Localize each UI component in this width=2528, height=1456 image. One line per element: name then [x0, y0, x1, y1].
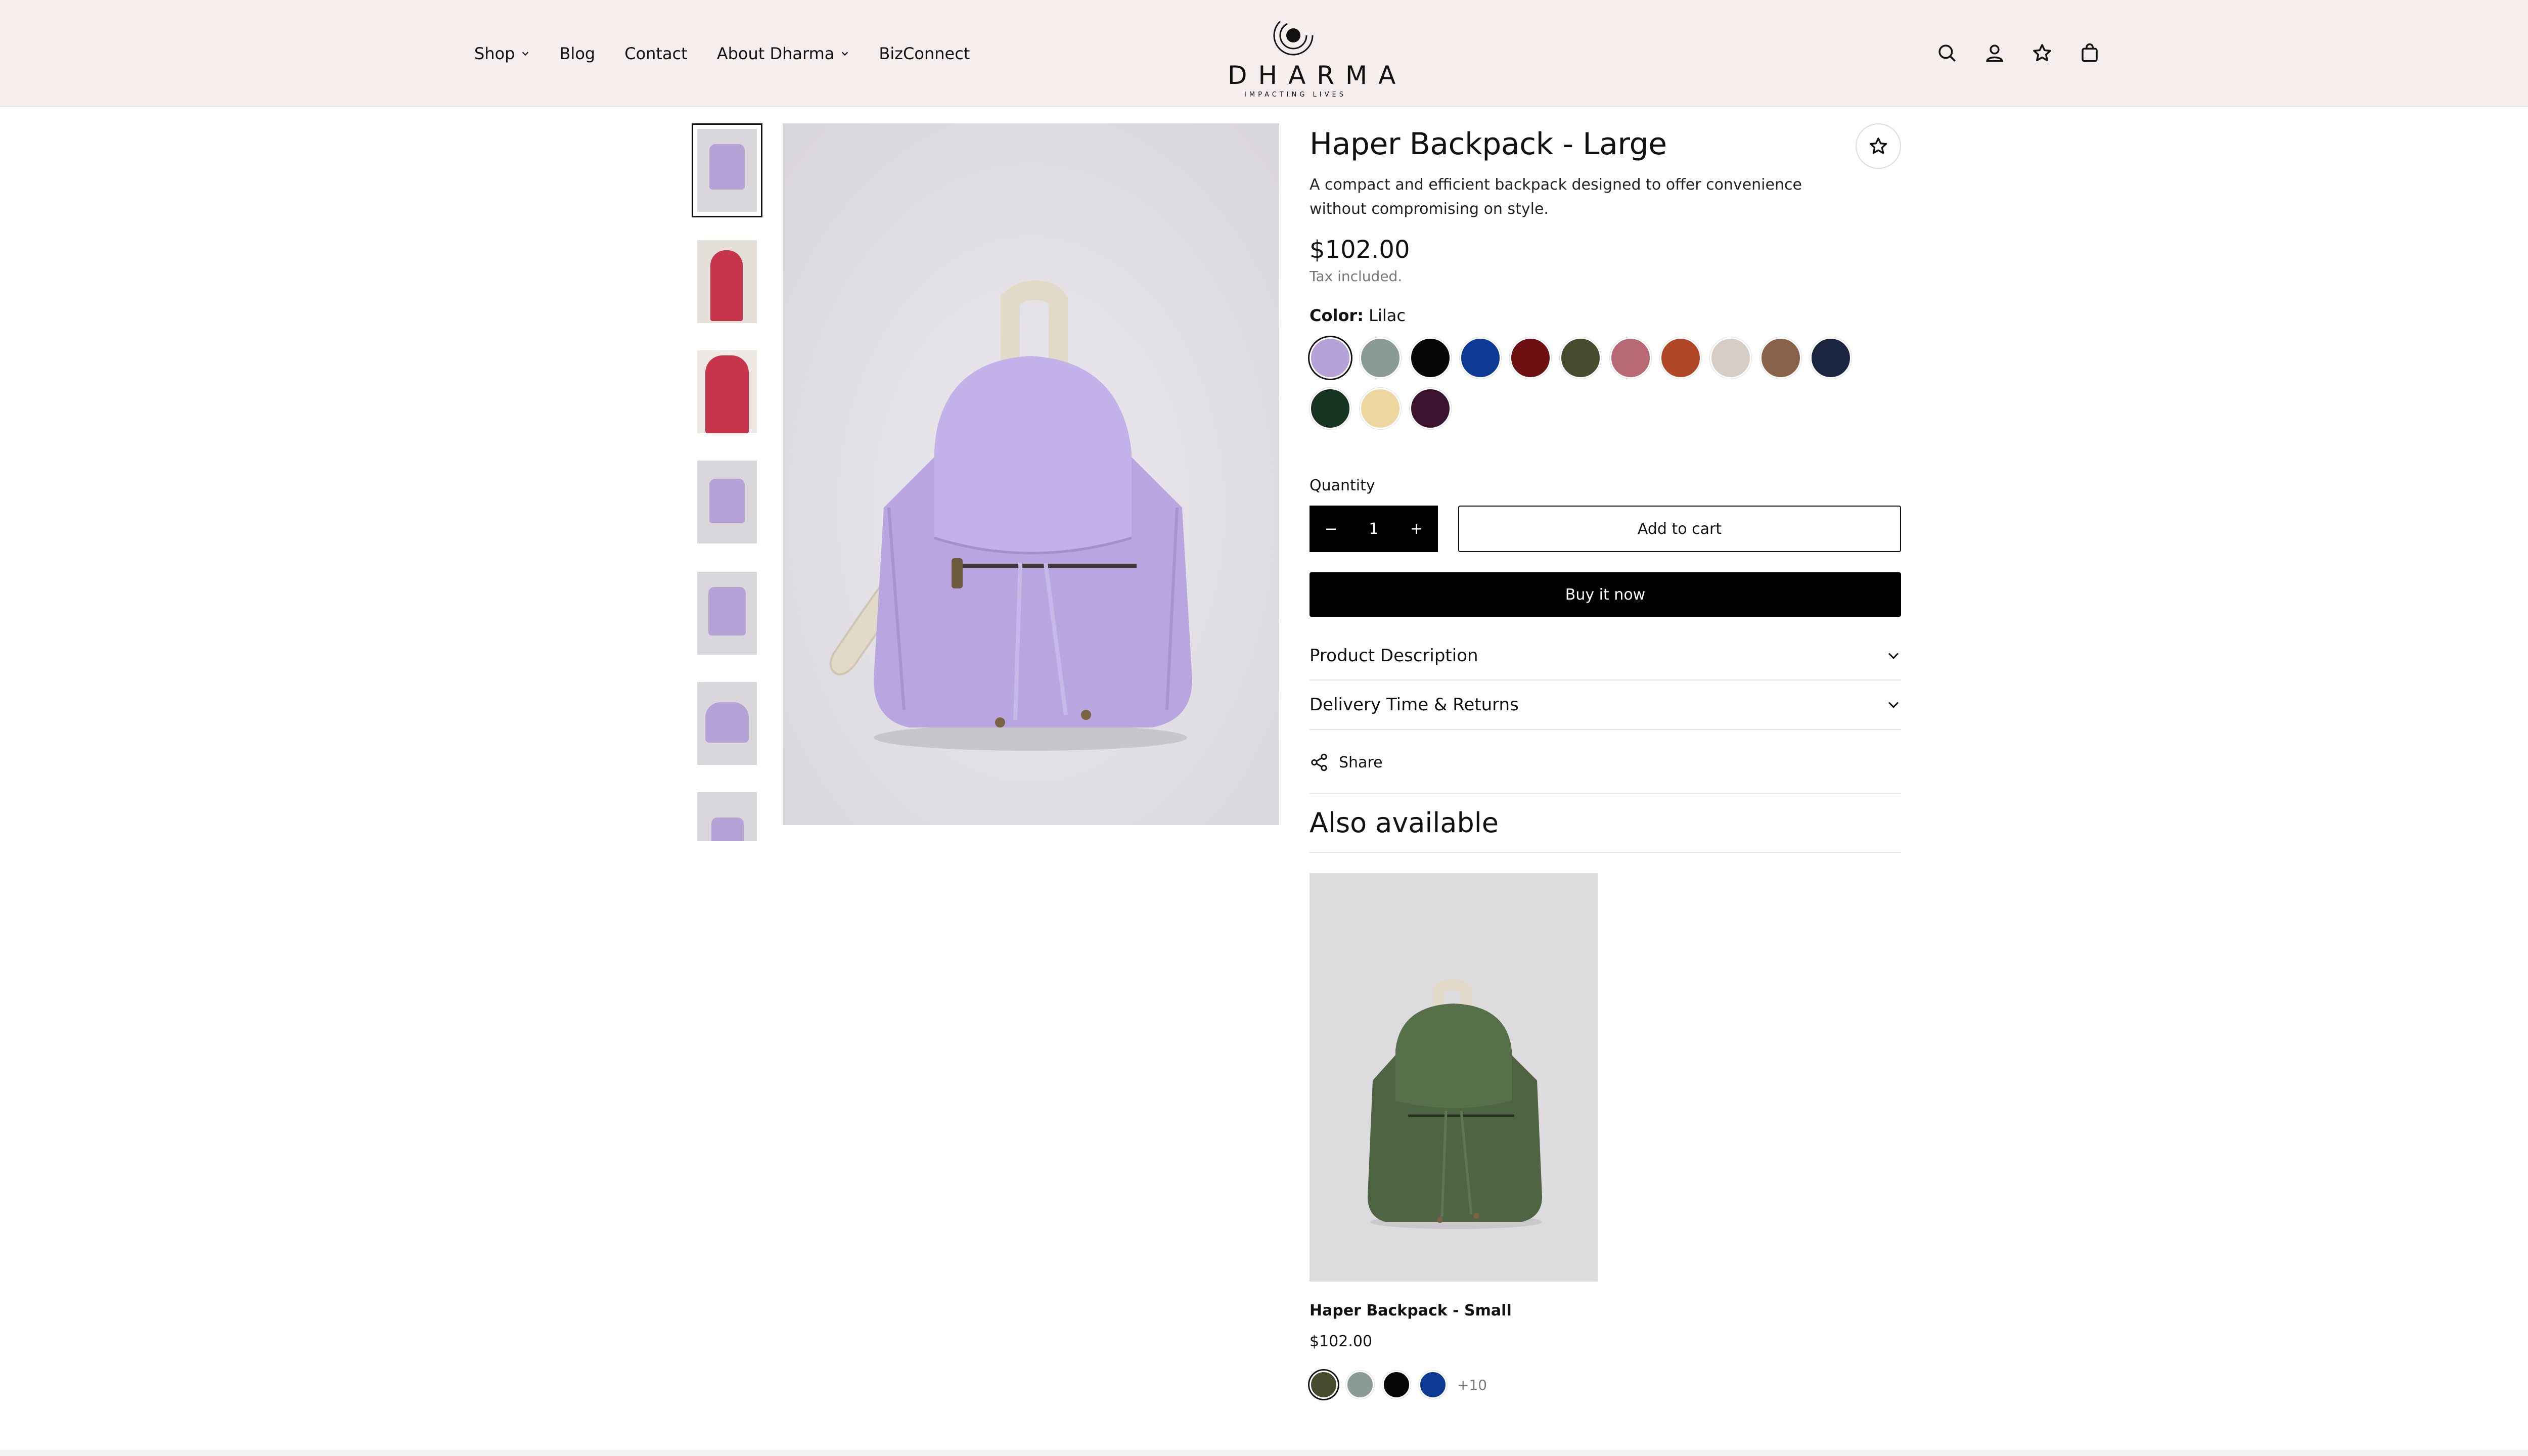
increase-quantity-button[interactable]: + [1410, 520, 1423, 538]
quantity-stepper: − 1 + [1310, 506, 1438, 552]
color-swatch[interactable] [1460, 337, 1501, 379]
green-backpack-illustration [1310, 873, 1598, 1282]
search-icon[interactable] [1934, 38, 1960, 68]
color-swatch[interactable] [1310, 388, 1351, 429]
quantity-label: Quantity [1310, 477, 1375, 494]
thumbnail-3[interactable] [692, 345, 762, 439]
account-icon[interactable] [1982, 38, 2007, 68]
logo-swirl-icon [1273, 15, 1314, 56]
thumb-model-image [710, 250, 743, 321]
thumb-bag-image [709, 479, 745, 523]
color-swatch[interactable] [1760, 337, 1801, 379]
divider [1310, 852, 1901, 853]
quantity-value[interactable]: 1 [1369, 520, 1378, 538]
site-header: Shop Blog Contact About Dharma BizConnec… [0, 0, 2528, 107]
more-colors-count: +10 [1457, 1376, 1487, 1393]
related-color-swatch[interactable] [1346, 1371, 1374, 1399]
accordion-label: Product Description [1310, 646, 1478, 666]
nav-contact[interactable]: Contact [624, 44, 688, 63]
backpack-illustration [783, 123, 1279, 825]
thumbnail-4[interactable] [692, 455, 762, 549]
share-icon [1311, 753, 1327, 771]
thumbnail-1[interactable] [692, 123, 762, 217]
chevron-down-icon [1888, 653, 1899, 659]
share-button[interactable]: Share [1310, 752, 1901, 772]
product-thumbnails [692, 123, 762, 841]
tax-note: Tax included. [1310, 268, 1403, 285]
color-swatch[interactable] [1360, 337, 1401, 379]
accordion-delivery-returns[interactable]: Delivery Time & Returns [1310, 680, 1901, 729]
related-product-swatches: +10 [1310, 1371, 1598, 1399]
color-swatch[interactable] [1610, 337, 1651, 379]
main-nav: Shop Blog Contact About Dharma BizConnec… [474, 0, 999, 107]
nav-shop-label: Shop [474, 44, 515, 63]
color-swatch[interactable] [1310, 337, 1351, 379]
thumb-bag-image [708, 587, 746, 635]
related-product-name[interactable]: Haper Backpack - Small [1310, 1302, 1598, 1320]
related-product-image[interactable] [1310, 873, 1598, 1282]
related-color-swatch[interactable] [1310, 1371, 1338, 1399]
product-info: Haper Backpack - Large A compact and eff… [1310, 123, 1901, 1399]
star-icon [1870, 138, 1887, 154]
thumbnail-5[interactable] [692, 566, 762, 660]
share-label: Share [1339, 753, 1383, 771]
nav-bizconnect-label: BizConnect [879, 44, 970, 63]
add-to-cart-button[interactable]: Add to cart [1458, 506, 1901, 552]
wishlist-button[interactable] [1856, 123, 1901, 169]
chevron-down-icon [1888, 702, 1899, 708]
thumb-bag-image [711, 817, 744, 841]
cart-actions: − 1 + Add to cart [1310, 506, 1901, 552]
product-title: Haper Backpack - Large [1310, 126, 1667, 162]
header-actions [1934, 38, 2102, 68]
color-swatches [1310, 337, 1866, 438]
color-swatch[interactable] [1410, 337, 1451, 379]
thumbnail-6[interactable] [692, 676, 762, 770]
accordion-product-description[interactable]: Product Description [1310, 632, 1901, 680]
divider [1310, 793, 1901, 794]
nav-about-label: About Dharma [716, 44, 835, 63]
color-swatch[interactable] [1810, 337, 1852, 379]
color-label-key: Color: [1310, 306, 1364, 325]
color-label: Color: Lilac [1310, 306, 1901, 325]
color-swatch[interactable] [1660, 337, 1701, 379]
related-color-swatch[interactable] [1382, 1371, 1411, 1399]
logo-tagline: IMPACTING LIVES [1244, 91, 1346, 99]
nav-shop[interactable]: Shop [474, 44, 530, 63]
nav-blog[interactable]: Blog [559, 44, 595, 63]
nav-bizconnect[interactable]: BizConnect [879, 44, 970, 63]
accordion-label: Delivery Time & Returns [1310, 695, 1519, 715]
thumbnail-2[interactable] [692, 235, 762, 329]
thumb-model-image [705, 355, 749, 433]
product-main-image[interactable] [783, 123, 1279, 825]
buy-now-button[interactable]: Buy it now [1310, 572, 1901, 617]
related-product-price: $102.00 [1310, 1333, 1373, 1350]
decrease-quantity-button[interactable]: − [1325, 520, 1337, 538]
product-price: $102.00 [1310, 236, 1410, 264]
logo-wordmark: DHARMA [1228, 61, 1407, 90]
cart-bag-icon[interactable] [2077, 38, 2102, 68]
product-description-text: A compact and efficient backpack designe… [1310, 176, 1802, 218]
wishlist-star-icon[interactable] [2029, 38, 2055, 68]
chevron-down-icon [842, 52, 848, 56]
color-swatch[interactable] [1510, 337, 1551, 379]
footer-edge [0, 1450, 2528, 1456]
related-product-card[interactable]: Haper Backpack - Small $102.00 +10 [1310, 873, 1598, 1399]
color-selected-value: Lilac [1369, 306, 1406, 325]
thumb-bag-image [709, 144, 745, 190]
related-color-swatch[interactable] [1419, 1371, 1447, 1399]
thumbnail-7[interactable] [692, 787, 762, 841]
color-swatch[interactable] [1360, 388, 1401, 429]
thumb-bag-open-image [705, 702, 749, 743]
product-accordion: Product Description Delivery Time & Retu… [1310, 632, 1901, 730]
nav-blog-label: Blog [559, 44, 596, 63]
nav-contact-label: Contact [624, 44, 688, 63]
nav-about[interactable]: About Dharma [717, 44, 850, 63]
color-swatch[interactable] [1560, 337, 1601, 379]
also-available-heading: Also available [1310, 807, 1499, 839]
chevron-down-icon [522, 52, 529, 56]
color-swatch[interactable] [1710, 337, 1751, 379]
site-logo[interactable]: DHARMA IMPACTING LIVES [1217, 11, 1407, 99]
color-swatch[interactable] [1410, 388, 1451, 429]
